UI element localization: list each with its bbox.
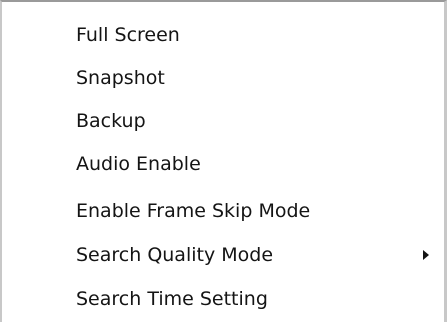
menu-item-label: Full Screen: [76, 24, 180, 46]
menu-item-snapshot[interactable]: Snapshot: [2, 58, 444, 98]
menu-item-label: Search Time Setting: [76, 288, 268, 310]
menu-item-label: Backup: [76, 110, 146, 132]
chevron-right-icon: [421, 235, 431, 275]
menu-item-full-screen[interactable]: Full Screen: [2, 15, 444, 55]
menu-item-label: Enable Frame Skip Mode: [76, 200, 311, 222]
menu-item-label: Audio Enable: [76, 153, 201, 175]
menu-item-backup[interactable]: Backup: [2, 101, 444, 141]
context-menu: Full Screen Snapshot Backup Audio Enable…: [0, 0, 447, 322]
menu-item-search-time-setting[interactable]: Search Time Setting: [2, 279, 444, 319]
menu-item-audio-enable[interactable]: Audio Enable: [2, 144, 444, 184]
menu-item-label: Search Quality Mode: [76, 244, 274, 266]
menu-item-enable-frame-skip-mode[interactable]: Enable Frame Skip Mode: [2, 191, 444, 231]
menu-item-search-quality-mode[interactable]: Search Quality Mode: [2, 235, 444, 275]
menu-item-label: Snapshot: [76, 67, 165, 89]
